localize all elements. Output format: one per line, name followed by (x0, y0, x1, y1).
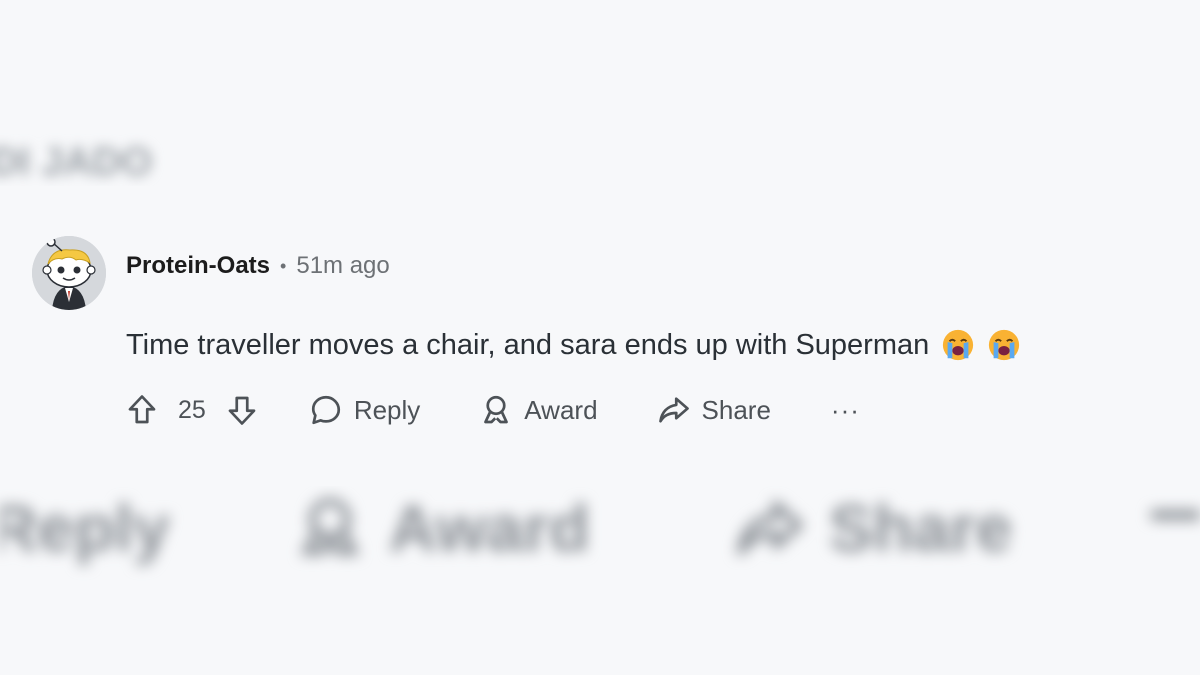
comment-text: Time traveller moves a chair, and sara e… (126, 328, 930, 361)
award-ribbon-icon (484, 395, 509, 424)
vote-score: 25 (178, 395, 206, 424)
share-arrow-icon (658, 397, 689, 423)
blurred-share: Share (735, 490, 1012, 566)
user-avatar[interactable] (32, 236, 106, 310)
blurred-share-label: Share (829, 491, 1013, 565)
vote-group: 25 (124, 392, 260, 428)
speech-bubble-icon (311, 395, 340, 425)
blurred-reply: Reply (0, 490, 170, 566)
comment-header: Protein-Oats • 51m ago (126, 252, 390, 280)
comment-body: Time traveller moves a chair, and sara e… (126, 328, 1021, 362)
username-link[interactable]: Protein-Oats (126, 252, 270, 280)
blurred-award-label: Award (389, 491, 590, 565)
downvote-arrow-icon (228, 396, 256, 425)
separator-dot: • (280, 255, 287, 276)
upvote-button[interactable] (124, 392, 160, 428)
award-label: Award (524, 394, 598, 425)
blurred-award-icon (300, 497, 360, 556)
blurred-previous-text: DI JADO (0, 140, 153, 184)
more-options-button[interactable]: ··· (831, 395, 860, 426)
award-button[interactable]: Award (478, 392, 598, 428)
snoo-avatar-icon (32, 236, 106, 310)
blurred-reply-label: Reply (0, 491, 170, 565)
loudly-crying-face-emoji-icon (941, 328, 975, 362)
blurred-action-row: Reply Award Share (0, 470, 1200, 580)
downvote-button[interactable] (224, 392, 260, 428)
timestamp[interactable]: 51m ago (296, 252, 389, 280)
share-label: Share (701, 394, 771, 425)
blurred-share-icon (737, 500, 803, 556)
comment-actions: 25 Reply Award Share ··· (124, 392, 860, 428)
comment-card: Protein-Oats • 51m ago Time traveller mo… (0, 186, 1200, 486)
loudly-crying-face-emoji-icon (987, 328, 1021, 362)
share-button[interactable]: Share (656, 392, 771, 428)
upvote-arrow-icon (128, 395, 156, 424)
blurred-award: Award (295, 490, 590, 566)
reply-label: Reply (353, 394, 421, 425)
reply-button[interactable]: Reply (308, 392, 420, 428)
blurred-more (1150, 510, 1200, 520)
